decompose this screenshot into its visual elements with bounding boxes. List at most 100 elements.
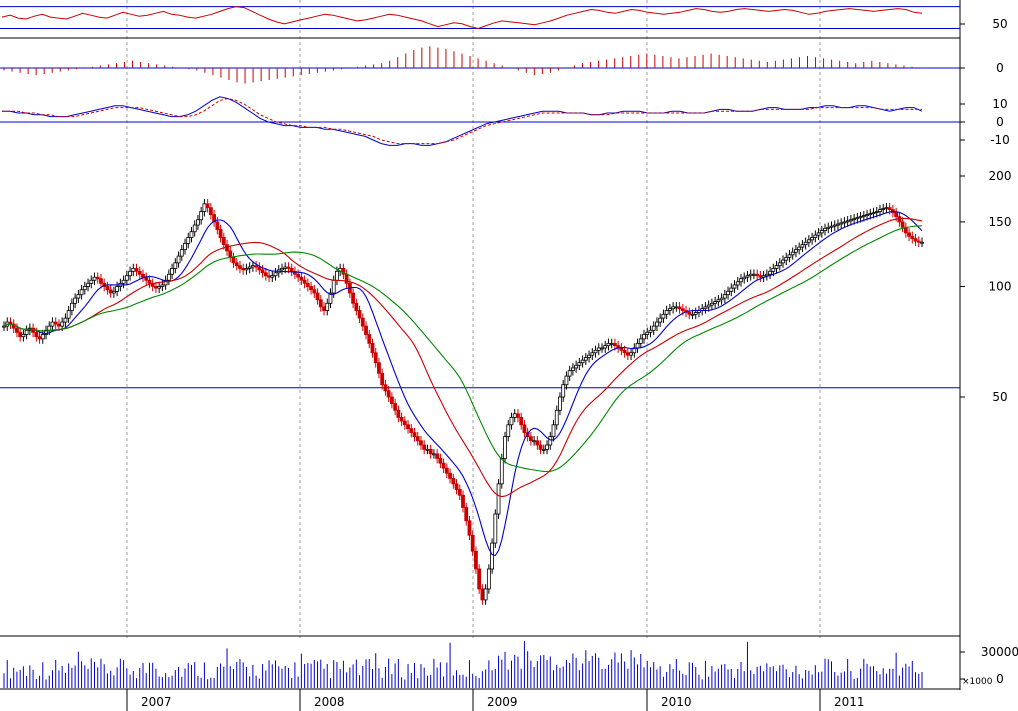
tick-label: 0 [996,115,1004,129]
candle-body [845,220,850,223]
candle-body [703,306,708,310]
candle-body [299,276,304,281]
candle-body [189,231,194,238]
candle-body [852,218,857,221]
candle-body [726,290,730,296]
tick-label: 30000 [981,645,1018,659]
candle-body [577,362,582,366]
candle-body [451,478,456,485]
candle-body [441,462,446,469]
candle-body [648,329,653,333]
candle-body [283,266,288,269]
candle-body [719,297,724,301]
tick-label: 200 [989,169,1012,183]
candle-body [771,268,776,272]
candle-body [871,212,876,214]
candle-body [554,409,559,426]
candle-body [179,249,184,257]
candle-body [538,444,543,450]
candle-body [260,269,265,274]
candle-body [836,223,840,226]
candle-body [228,250,233,258]
candle-body [580,359,585,364]
candle-body [868,213,873,215]
candle-body [66,310,71,319]
candle-body [435,453,440,459]
candle-body [748,273,753,277]
candle-body [819,230,824,234]
candle-body [267,275,271,278]
candle-body [593,349,598,354]
candle-body [402,420,407,426]
candle-body [861,215,866,218]
candle-body [305,282,310,287]
candle-body [587,354,591,359]
candle-body [884,207,889,210]
candle-body [506,424,511,438]
candle-body [625,352,630,356]
candle-body [406,424,410,430]
candle-body [367,334,372,344]
candle-body [105,286,110,291]
candle-body [82,286,87,291]
candle-body [389,396,394,404]
tick-label: 50 [992,390,1007,404]
tick-label: 10 [992,97,1007,111]
candle-body [166,273,171,281]
candle-body [464,507,469,522]
candle-body [781,259,785,264]
candle-body [522,424,527,433]
candle-body [755,273,760,277]
candle-body [739,278,743,283]
candle-body [900,221,905,228]
candle-body [40,334,45,340]
x-tick-label: 2010 [661,695,692,709]
candle-body [512,413,517,418]
candle-body [806,239,811,243]
candle-body [170,268,174,275]
candle-body [21,334,26,338]
candle-body [457,489,462,496]
tick-label: 150 [989,215,1012,229]
chart-background [0,0,1018,711]
candle-body [671,306,676,310]
candle-body [509,416,514,426]
candle-body [894,212,899,218]
candle-body [383,384,388,392]
candle-body [296,273,301,278]
x-tick-label: 2008 [314,695,345,709]
candle-body [454,483,459,490]
candle-body [335,270,339,281]
candle-body [865,214,869,217]
candle-body [221,237,226,246]
candle-body [887,207,892,210]
candle-body [603,345,608,349]
candle-body [231,257,236,264]
candle-body [826,226,831,229]
candle-body [784,257,789,261]
candle-body [273,272,278,277]
candle-body [474,550,478,570]
candle-body [855,217,860,220]
candle-body [112,290,116,294]
candle-body [881,208,886,211]
tick-label: -10 [990,133,1010,147]
candle-body [428,448,433,455]
candle-body [57,323,61,327]
candle-body [115,286,120,292]
candle-body [567,370,572,377]
candle-body [241,268,246,271]
candle-body [874,211,879,213]
candle-body [370,342,375,354]
candle-body [658,317,663,323]
candle-body [503,436,507,459]
candle-body [910,235,915,240]
candle-body [250,265,255,268]
candle-body [192,224,197,233]
candle-body [393,403,398,411]
candle-body [37,336,42,340]
x-tick-label: 2011 [834,695,865,709]
candle-body [386,390,391,398]
candle-body [680,308,685,311]
candle-body [50,321,55,327]
